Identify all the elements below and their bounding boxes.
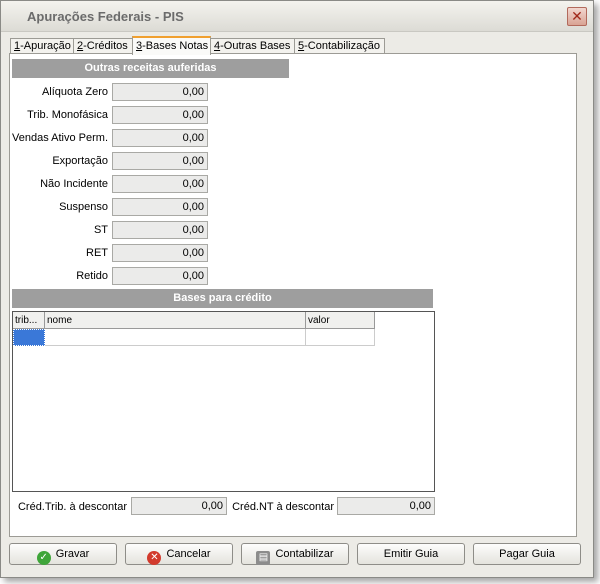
grid-cell-trib-selected[interactable]: [13, 329, 45, 346]
field-exportacao[interactable]: 0,00: [112, 152, 208, 170]
grid-cell-nome[interactable]: [45, 329, 306, 346]
field-nao-incidente[interactable]: 0,00: [112, 175, 208, 193]
label-st: ST: [93, 224, 108, 236]
label-ret: RET: [86, 247, 108, 259]
contabilizar-button-label: Contabilizar: [275, 548, 334, 560]
field-aliquota-zero[interactable]: 0,00: [112, 83, 208, 101]
tab-label: -Outras Bases: [220, 40, 291, 52]
label-trib-monofasica: Trib. Monofásica: [27, 109, 108, 121]
field-retido[interactable]: 0,00: [112, 267, 208, 285]
column-header-valor[interactable]: valor: [306, 312, 375, 329]
tab-contabilizacao[interactable]: 5-Contabilização: [294, 38, 385, 54]
save-button[interactable]: ✓ Gravar: [9, 543, 117, 565]
field-cred-nt[interactable]: 0,00: [337, 497, 435, 515]
cancel-icon: ✕: [147, 551, 162, 565]
contabilizar-button[interactable]: ▤ Contabilizar: [241, 543, 349, 565]
save-button-label: Gravar: [55, 548, 90, 560]
field-st[interactable]: 0,00: [112, 221, 208, 239]
label-exportacao: Exportação: [52, 155, 108, 167]
printer-icon: ▤: [256, 551, 271, 565]
bases-credito-grid[interactable]: trib... nome valor: [12, 311, 435, 492]
cancel-button[interactable]: ✕ Cancelar: [125, 543, 233, 565]
grid-cell-valor[interactable]: [306, 329, 375, 346]
field-vendas-ativo-perm[interactable]: 0,00: [112, 129, 208, 147]
section-header-bases-credito: Bases para crédito: [12, 289, 433, 308]
emitir-guia-button[interactable]: Emitir Guia: [357, 543, 465, 565]
close-button[interactable]: ✕: [567, 7, 587, 26]
label-suspenso: Suspenso: [59, 201, 108, 213]
cancel-button-label: Cancelar: [166, 548, 211, 560]
field-ret[interactable]: 0,00: [112, 244, 208, 262]
title-bar[interactable]: Apurações Federais - PIS ✕: [1, 1, 593, 32]
tab-apuracao[interactable]: 1-Apuração: [10, 38, 75, 54]
label-vendas-ativo-perm: Vendas Ativo Perm.: [12, 132, 108, 144]
field-suspenso[interactable]: 0,00: [112, 198, 208, 216]
tab-outras-bases[interactable]: 4-Outras Bases: [210, 38, 295, 54]
pagar-guia-button[interactable]: Pagar Guia: [473, 543, 581, 565]
field-trib-monofasica[interactable]: 0,00: [112, 106, 208, 124]
label-nao-incidente: Não Incidente: [40, 178, 108, 190]
check-icon: ✓: [36, 551, 51, 565]
label-retido: Retido: [76, 270, 108, 282]
tab-bases-notas[interactable]: 3-Bases Notas: [132, 36, 211, 55]
tab-label: -Créditos: [83, 40, 128, 52]
dialog-window: Apurações Federais - PIS ✕ 1-Apuração 2-…: [0, 0, 594, 578]
field-cred-trib[interactable]: 0,00: [131, 497, 227, 515]
column-header-nome[interactable]: nome: [45, 312, 306, 329]
tab-label: -Apuração: [20, 40, 71, 52]
section-header-outras-receitas: Outras receitas auferidas: [12, 59, 289, 78]
tab-panel-bases-notas: Outras receitas auferidas Alíquota Zero …: [9, 53, 577, 537]
label-cred-trib: Créd.Trib. à descontar: [17, 501, 127, 513]
tab-label: -Bases Notas: [142, 40, 209, 52]
tab-creditos[interactable]: 2-Créditos: [73, 38, 135, 54]
column-header-trib[interactable]: trib...: [13, 312, 45, 329]
window-title: Apurações Federais - PIS: [27, 9, 184, 24]
tab-label: -Contabilização: [304, 40, 380, 52]
label-aliquota-zero: Alíquota Zero: [41, 86, 108, 98]
label-cred-nt: Créd.NT à descontar: [232, 501, 334, 513]
